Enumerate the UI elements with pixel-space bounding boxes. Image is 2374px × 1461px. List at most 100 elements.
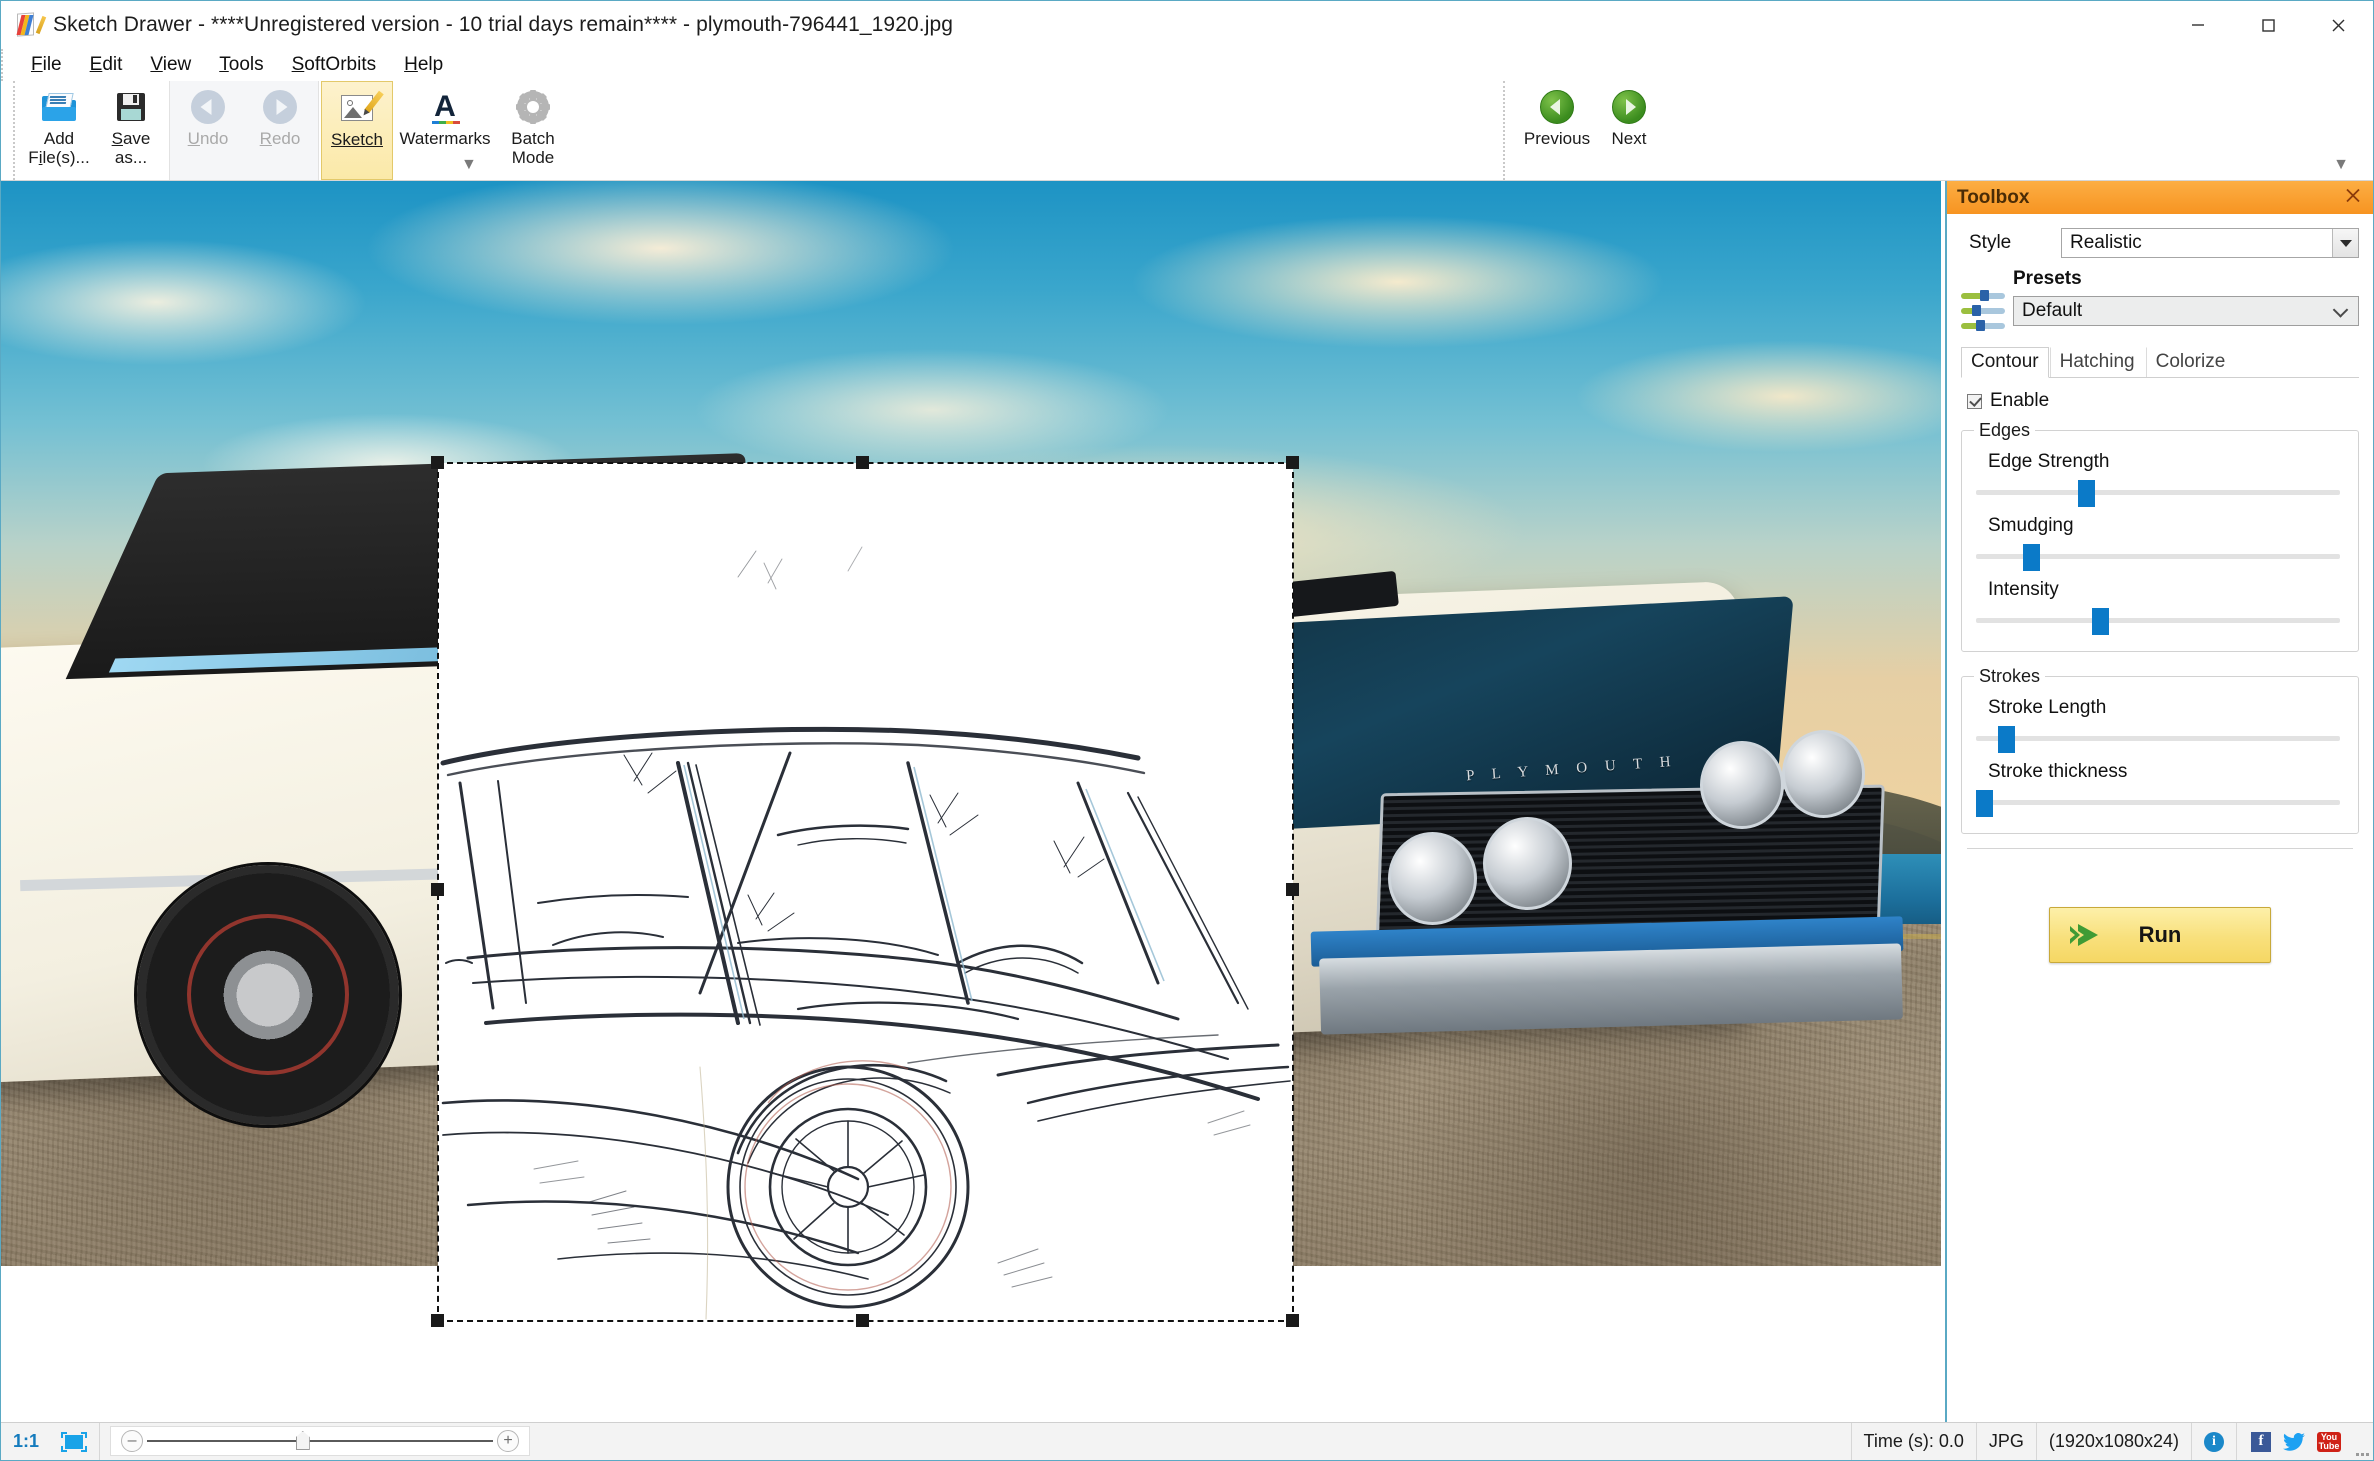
menu-item-file[interactable]: File [17,52,76,78]
selection-handle-bottom-right[interactable] [1286,1314,1299,1327]
maximize-button[interactable] [2233,1,2303,49]
style-label: Style [1969,232,2012,253]
menu-item-edit[interactable]: Edit [76,52,137,78]
maximize-icon [2262,19,2275,32]
selection-handle-middle-left[interactable] [431,883,444,896]
title-bar: Sketch Drawer - ****Unregistered version… [1,1,2373,49]
navigation-grip[interactable] [1503,81,1511,180]
save-as-label: Save as... [111,129,151,168]
undo-button[interactable]: Undo [172,81,244,180]
selection-handle-top-right[interactable] [1286,456,1299,469]
toolbox-panel: Toolbox Style Realistic Presets Default … [1945,181,2373,1422]
intensity-slider[interactable] [1976,603,2340,637]
tab-hatching[interactable]: Hatching [2049,347,2145,377]
batch-mode-button[interactable]: Batch Mode [497,81,569,180]
undo-arrow-icon [191,88,225,126]
toolbar-group-file: Add File(s)... Save as... [21,81,169,180]
toolbar-grip[interactable] [13,81,21,180]
next-label: Next [1611,129,1647,148]
selection-handle-bottom-left[interactable] [431,1314,444,1327]
zoom-ratio-label[interactable]: 1:1 [1,1423,49,1460]
zoom-track[interactable] [147,1431,494,1450]
tab-contour[interactable]: Contour [1961,347,2049,378]
smudging-slider[interactable] [1976,539,2340,573]
close-button[interactable] [2303,1,2373,49]
selection-handle-top-left[interactable] [431,456,444,469]
effects-group-expander[interactable]: ▼ [461,156,477,174]
slider-thumb[interactable] [2023,544,2041,571]
toolbox-header: Toolbox [1947,181,2373,214]
format-status: JPG [1977,1423,2037,1460]
stroke-thickness-block: Stroke thickness [1974,761,2346,819]
application-window: Sketch Drawer - ****Unregistered version… [0,0,2374,1461]
image-canvas[interactable]: P L Y M O U T H [1,181,1945,1422]
previous-button[interactable]: Previous [1521,81,1593,180]
enable-checkbox[interactable] [1967,393,1982,409]
strokes-legend: Strokes [1979,666,2041,686]
plus-icon[interactable]: + [497,1430,520,1452]
run-area: Run [1961,907,2359,963]
fit-to-window-button[interactable] [49,1423,101,1460]
save-as-button[interactable]: Save as... [95,81,167,180]
style-select[interactable]: Realistic [2061,228,2359,258]
menu-accel: V [150,54,163,75]
window-resize-grip[interactable] [2355,1423,2373,1460]
effect-tabs: Contour Hatching Colorize [1961,347,2359,378]
menu-item-tools[interactable]: Tools [205,52,277,78]
selection-handle-middle-right[interactable] [1286,883,1299,896]
slider-thumb[interactable] [1997,726,2015,753]
watermarks-button[interactable]: A Watermarks [393,81,497,180]
zoom-slider[interactable]: – + [110,1426,531,1456]
slider-track [1976,736,2340,741]
run-button[interactable]: Run [2049,907,2271,963]
info-button[interactable]: i [2192,1423,2237,1460]
menu-label: ile [42,54,62,75]
social-links: f You Tube [2237,1423,2355,1460]
sketch-button[interactable]: Sketch [321,81,393,180]
menu-accel: H [404,54,418,75]
sketch-label: Sketch [331,130,383,149]
watermarks-label: Watermarks [399,129,491,148]
redo-arrow-icon [263,88,297,126]
presets-row: Presets Default [1961,268,2359,335]
sketch-preview-selection[interactable] [437,462,1294,1322]
minus-icon[interactable]: – [121,1430,144,1452]
next-button[interactable]: Next [1593,81,1665,180]
close-icon [2346,188,2360,202]
menu-label: ools [228,54,264,75]
menu-item-view[interactable]: View [136,52,205,78]
menu-label: elp [417,54,444,75]
zoom-thumb[interactable] [295,1431,310,1450]
tab-colorize[interactable]: Colorize [2145,347,2236,377]
menu-item-help[interactable]: Help [390,52,457,78]
youtube-icon[interactable]: You Tube [2317,1431,2341,1452]
toolbox-close-button[interactable] [2343,185,2363,210]
fit-to-window-icon [61,1431,88,1452]
minimize-button[interactable] [2163,1,2233,49]
sliders-icon [1961,268,2013,335]
redo-button[interactable]: Redo [244,81,316,180]
youtube-line2: Tube [2318,1440,2340,1451]
edges-group: Edges Edge Strength Smudging Intensity [1961,420,2359,652]
slider-thumb[interactable] [2092,608,2110,635]
toolbar: Add File(s)... Save as... Undo Redo Sket… [1,81,2373,181]
facebook-icon[interactable]: f [2251,1431,2271,1452]
selection-handle-bottom-center[interactable] [856,1314,869,1327]
window-controls [2163,1,2373,49]
add-files-button[interactable]: Add File(s)... [23,81,95,180]
slider-thumb[interactable] [1976,790,1993,817]
enable-label: Enable [1990,390,2050,411]
twitter-icon[interactable] [2283,1432,2305,1451]
stroke-length-label: Stroke Length [1988,697,2107,718]
enable-row[interactable]: Enable [1967,390,2359,412]
edge-strength-slider[interactable] [1976,475,2340,509]
selection-handle-top-center[interactable] [856,456,869,469]
presets-select[interactable]: Default [2013,296,2359,326]
presets-label: Presets [2013,268,2082,289]
stroke-length-slider[interactable] [1976,721,2340,755]
navigation-group-expander[interactable]: ▼ [2333,156,2349,174]
stroke-thickness-slider[interactable] [1976,785,2340,819]
slider-thumb[interactable] [2077,480,2095,507]
menu-item-softorbits[interactable]: SoftOrbits [278,52,391,78]
intensity-label: Intensity [1988,579,2059,600]
